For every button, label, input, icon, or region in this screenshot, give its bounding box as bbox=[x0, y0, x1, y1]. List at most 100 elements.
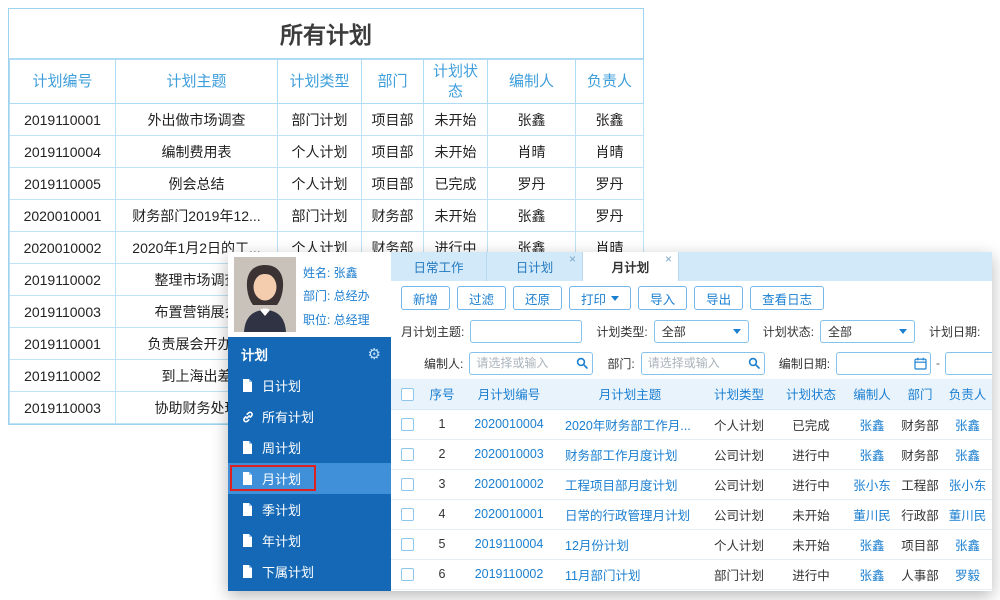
tab-daily-plan[interactable]: 日计划 × bbox=[487, 252, 583, 281]
view-log-button[interactable]: 查看日志 bbox=[750, 286, 825, 310]
plan-subject-link[interactable]: 日常的行政管理月计划 bbox=[557, 499, 703, 530]
creator-filter-label: 编制人: bbox=[424, 356, 464, 371]
tab-daily-work[interactable]: 日常工作 bbox=[391, 252, 487, 281]
search-icon[interactable] bbox=[576, 357, 589, 369]
plan-subject-link[interactable]: 2020年财务部工作月... bbox=[557, 409, 703, 440]
button-label: 查看日志 bbox=[762, 292, 813, 307]
owner-link[interactable]: 张鑫 bbox=[943, 439, 992, 470]
creator-link[interactable]: 张鑫 bbox=[847, 529, 897, 560]
sidebar-item-yearly-plan[interactable]: 年计划 bbox=[228, 525, 391, 556]
sidebar-item-label: 周计划 bbox=[262, 441, 302, 456]
close-icon[interactable]: × bbox=[665, 252, 672, 266]
sidebar-section-plan[interactable]: 计划 ⚙ bbox=[228, 337, 391, 370]
plan-table-column-header: 部门 bbox=[897, 379, 943, 410]
sidebar-section-label: 计划 bbox=[241, 347, 268, 363]
all-plans-cell: 个人计划 bbox=[277, 167, 362, 200]
filter-button[interactable]: 过滤 bbox=[457, 286, 507, 310]
profile-department: 部门: 总经办 bbox=[303, 289, 370, 304]
owner-link[interactable]: 罗毅 bbox=[943, 559, 992, 590]
all-plans-cell: 2019110001 bbox=[9, 103, 116, 136]
sidebar-item-all-plans[interactable]: 所有计划 bbox=[228, 401, 391, 432]
plan-id-link[interactable]: 2020010002 bbox=[461, 469, 557, 500]
creator-link[interactable]: 董川民 bbox=[847, 499, 897, 530]
cell-plan-type: 个人计划 bbox=[703, 409, 775, 440]
avatar-photo bbox=[234, 257, 296, 332]
row-checkbox[interactable] bbox=[400, 418, 414, 432]
plan-id-link[interactable]: 2019110002 bbox=[461, 559, 557, 590]
created-date-to-input[interactable] bbox=[945, 351, 992, 375]
all-plans-cell: 财务部门2019年12... bbox=[115, 199, 278, 232]
link-icon bbox=[241, 411, 254, 423]
all-plans-column-header: 计划编号 bbox=[9, 59, 116, 104]
plan-table-column-header: 计划状态 bbox=[775, 379, 847, 410]
plan-id-link[interactable]: 2020010004 bbox=[461, 409, 557, 440]
calendar-icon[interactable] bbox=[914, 357, 927, 370]
plan-subject-link[interactable]: 财务部工作月度计划 bbox=[557, 439, 703, 470]
owner-link[interactable]: 张鑫 bbox=[943, 529, 992, 560]
button-label: 导出 bbox=[706, 292, 732, 307]
profile-info: 姓名: 张鑫 部门: 总经办 职位: 总经理 bbox=[303, 257, 370, 332]
dept-filter-search bbox=[640, 351, 765, 375]
sidebar-item-subordinate-plan[interactable]: 下属计划 bbox=[228, 556, 391, 587]
creator-link[interactable]: 张鑫 bbox=[847, 409, 897, 440]
plan-subject-link[interactable]: 11月部门计划 bbox=[557, 559, 703, 590]
print-button[interactable]: 打印 bbox=[569, 286, 632, 310]
row-checkbox[interactable] bbox=[400, 448, 414, 462]
creator-link[interactable]: 张鑫 bbox=[847, 559, 897, 590]
add-button[interactable]: 新增 bbox=[401, 286, 451, 310]
sidebar-item-quarterly-plan[interactable]: 季计划 bbox=[228, 494, 391, 525]
plan-type-filter-label: 计划类型: bbox=[596, 324, 648, 339]
profile-name: 姓名: 张鑫 bbox=[303, 266, 358, 280]
owner-link[interactable]: 张小东 bbox=[943, 469, 992, 500]
cell-department: 财务部 bbox=[897, 439, 943, 470]
plan-id-link[interactable]: 2019110004 bbox=[461, 529, 557, 560]
reset-button[interactable]: 还原 bbox=[513, 286, 563, 310]
plan-status-filter-select[interactable]: 全部 bbox=[820, 319, 916, 343]
sidebar-item-monthly-plan[interactable]: 月计划 bbox=[228, 463, 391, 494]
creator-link[interactable]: 张鑫 bbox=[847, 439, 897, 470]
gear-icon[interactable]: ⚙ bbox=[368, 345, 381, 363]
avatar bbox=[234, 257, 296, 332]
row-checkbox[interactable] bbox=[400, 478, 414, 492]
row-checkbox[interactable] bbox=[400, 568, 414, 582]
select-all-checkbox[interactable] bbox=[400, 387, 414, 401]
button-label: 新增 bbox=[413, 292, 439, 307]
close-icon[interactable]: × bbox=[569, 252, 576, 266]
plan-id-link[interactable]: 2020010001 bbox=[461, 499, 557, 530]
all-plans-cell: 例会总结 bbox=[115, 167, 278, 200]
plan-table-row: 5 2019110004 12月份计划 个人计划 未开始 张鑫 项目部 张鑫 bbox=[391, 529, 992, 560]
creator-link[interactable]: 张小东 bbox=[847, 469, 897, 500]
sidebar-item-daily-plan[interactable]: 日计划 bbox=[228, 370, 391, 401]
row-checkbox[interactable] bbox=[400, 538, 414, 552]
row-checkbox-cell bbox=[391, 409, 423, 440]
all-plans-row: 2019110005 例会总结 个人计划 项目部 已完成 罗丹 罗丹 bbox=[9, 167, 644, 200]
cell-plan-type: 公司计划 bbox=[703, 439, 775, 470]
monthly-subject-filter-input[interactable] bbox=[470, 319, 583, 343]
button-label: 过滤 bbox=[469, 292, 495, 307]
plan-id-link[interactable]: 2020010003 bbox=[461, 439, 557, 470]
import-button[interactable]: 导入 bbox=[638, 286, 688, 310]
file-icon bbox=[241, 441, 254, 454]
owner-link[interactable]: 张鑫 bbox=[943, 409, 992, 440]
export-button[interactable]: 导出 bbox=[694, 286, 744, 310]
cell-plan-type: 个人计划 bbox=[703, 529, 775, 560]
row-checkbox[interactable] bbox=[400, 508, 414, 522]
sidebar-item-weekly-plan[interactable]: 周计划 bbox=[228, 432, 391, 463]
all-plans-cell: 张鑫 bbox=[487, 103, 576, 136]
tab-label: 月计划 bbox=[611, 261, 650, 275]
monthly-plan-table: 序号 月计划编号 月计划主题 计划类型 计划状态 编制人 部门 负责人 1 2020010004… bbox=[391, 379, 992, 590]
plan-subject-link[interactable]: 工程项目部月度计划 bbox=[557, 469, 703, 500]
plan-type-filter-select[interactable]: 全部 bbox=[653, 319, 749, 343]
all-plans-cell: 2019110002 bbox=[9, 263, 116, 296]
tab-monthly-plan[interactable]: 月计划 × bbox=[583, 252, 679, 281]
tab-label: 日常工作 bbox=[413, 261, 464, 275]
owner-link[interactable]: 董川民 bbox=[943, 499, 992, 530]
cell-department: 项目部 bbox=[897, 529, 943, 560]
search-icon[interactable] bbox=[748, 357, 760, 369]
all-plans-title: 所有计划 bbox=[9, 9, 643, 59]
chevron-down-icon bbox=[732, 328, 741, 334]
creator-filter-input[interactable] bbox=[469, 351, 594, 375]
sidebar-item-label: 日计划 bbox=[262, 379, 302, 394]
dept-filter-input[interactable] bbox=[640, 351, 765, 375]
plan-subject-link[interactable]: 12月份计划 bbox=[557, 529, 703, 560]
